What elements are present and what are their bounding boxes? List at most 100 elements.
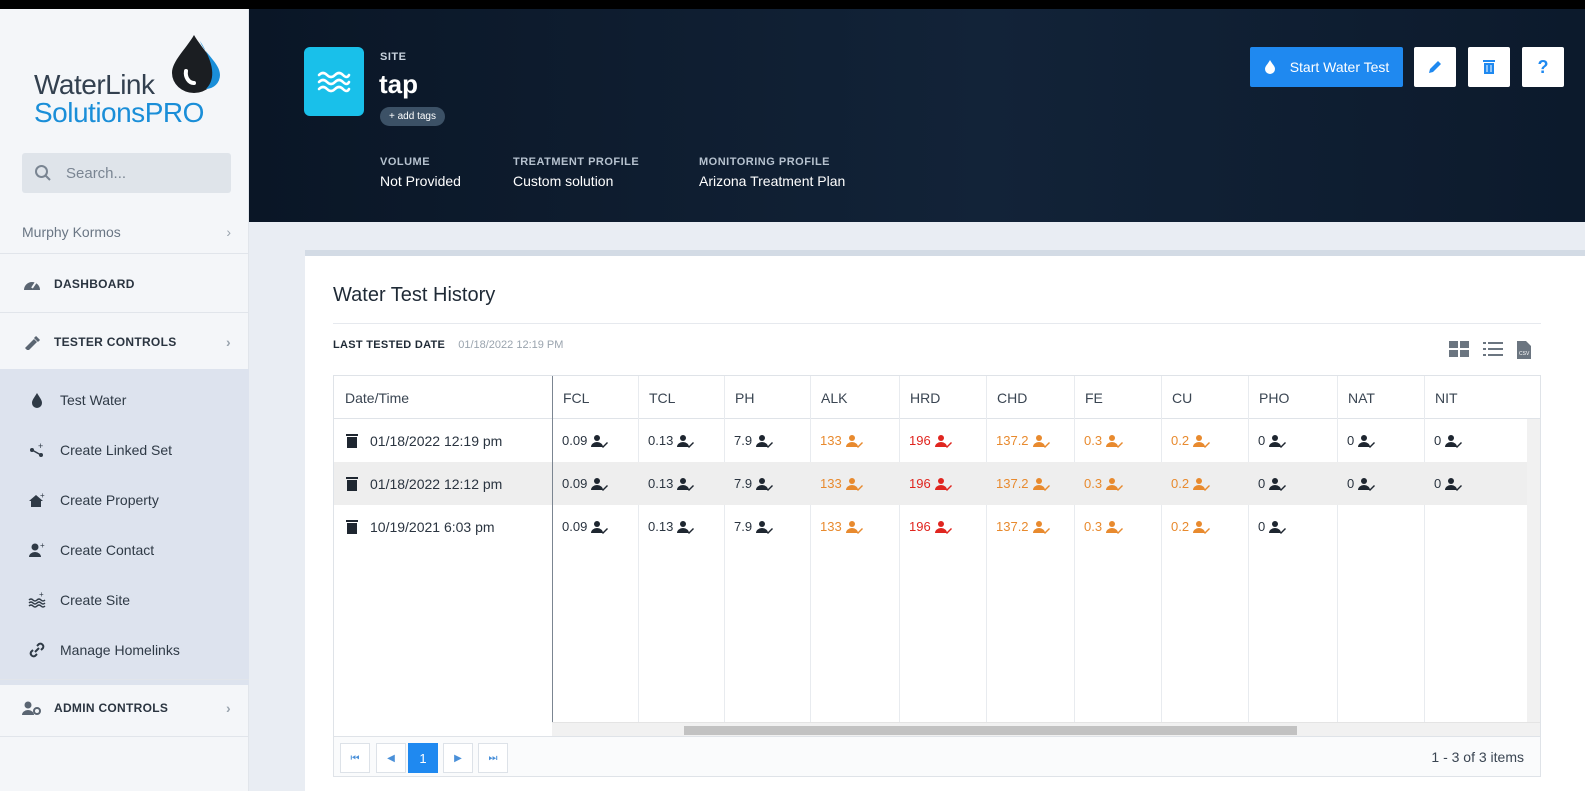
- user-edit-icon[interactable]: [1032, 520, 1051, 534]
- view-switcher: CSV: [1449, 341, 1531, 359]
- value-cell: 0.3: [1084, 505, 1124, 548]
- first-page-button[interactable]: ⏮: [340, 743, 370, 773]
- next-page-button[interactable]: ▶: [443, 743, 473, 773]
- value-text: 0.13: [648, 476, 674, 491]
- value-text: 0: [1434, 476, 1442, 491]
- svg-text:CSV: CSV: [1519, 351, 1530, 357]
- page-1-button[interactable]: 1: [408, 743, 438, 773]
- user-edit-icon[interactable]: [1032, 434, 1051, 448]
- user-edit-icon[interactable]: [1358, 477, 1376, 491]
- nav-create-site[interactable]: + Create Site: [0, 575, 249, 625]
- nav-manage-homelinks[interactable]: Manage Homelinks: [0, 625, 249, 675]
- grid-view-icon[interactable]: [1449, 341, 1469, 357]
- nav-create-property[interactable]: + Create Property: [0, 475, 249, 525]
- house-plus-icon: +: [29, 491, 45, 507]
- csv-export-icon[interactable]: CSV: [1517, 341, 1531, 359]
- horizontal-scrollbar[interactable]: [552, 722, 1540, 736]
- column-header[interactable]: PH: [735, 376, 754, 419]
- trash-icon[interactable]: [346, 476, 358, 491]
- prev-page-button[interactable]: ◀: [376, 743, 406, 773]
- help-button[interactable]: ?: [1522, 47, 1564, 87]
- user-edit-icon[interactable]: [845, 477, 864, 491]
- user-edit-icon[interactable]: [845, 434, 864, 448]
- user-edit-icon[interactable]: [1269, 477, 1287, 491]
- column-header[interactable]: CU: [1172, 376, 1192, 419]
- value-text: 133: [820, 476, 842, 491]
- column-header[interactable]: NAT: [1348, 376, 1375, 419]
- trash-icon[interactable]: [346, 519, 358, 534]
- column-header[interactable]: FE: [1085, 376, 1103, 419]
- column-header[interactable]: ALK: [821, 376, 847, 419]
- user-edit-icon[interactable]: [756, 520, 774, 534]
- chevron-right-icon: ›: [226, 333, 231, 350]
- user-edit-icon[interactable]: [934, 477, 953, 491]
- start-water-test-label: Start Water Test: [1289, 59, 1390, 75]
- table-row[interactable]: 10/19/2021 6:03 pm 0.09 0.13 7.9 133 196 137.2…: [334, 505, 1540, 548]
- trash-icon[interactable]: [346, 433, 358, 448]
- last-page-button[interactable]: ⏭: [478, 743, 508, 773]
- svg-text:+: +: [38, 441, 43, 451]
- value-text: 0.3: [1084, 519, 1103, 534]
- nav-create-linked-set-label: Create Linked Set: [60, 442, 173, 458]
- user-edit-icon[interactable]: [934, 434, 953, 448]
- user-edit-icon[interactable]: [591, 434, 609, 448]
- user-edit-icon[interactable]: [756, 477, 774, 491]
- edit-button[interactable]: [1414, 47, 1456, 87]
- column-header[interactable]: HRD: [910, 376, 940, 419]
- site-label: SITE: [380, 51, 407, 63]
- nav-create-contact[interactable]: + Create Contact: [0, 525, 249, 575]
- site-name: tap: [379, 69, 418, 99]
- top-strip: [0, 0, 1585, 9]
- user-edit-icon[interactable]: [1193, 477, 1211, 491]
- user-edit-icon[interactable]: [1445, 477, 1463, 491]
- user-edit-icon[interactable]: [1193, 434, 1211, 448]
- frozen-column-separator: [552, 376, 553, 722]
- table-row[interactable]: 01/18/2022 12:12 pm 0.09 0.13 7.9 133 196 137.…: [334, 462, 1540, 505]
- user-edit-icon[interactable]: [677, 477, 695, 491]
- water-test-history-card: Water Test History LAST TESTED DATE 01/1…: [305, 250, 1585, 791]
- user-edit-icon[interactable]: [591, 477, 609, 491]
- column-header[interactable]: CHD: [997, 376, 1027, 419]
- nav-tester-controls[interactable]: TESTER CONTROLS ›: [0, 313, 249, 371]
- vertical-scrollbar[interactable]: [1527, 419, 1540, 722]
- nav-create-linked-set[interactable]: + Create Linked Set: [0, 425, 249, 475]
- user-edit-icon[interactable]: [1445, 434, 1463, 448]
- user-edit-icon[interactable]: [677, 520, 695, 534]
- value-cell: 137.2: [996, 419, 1051, 462]
- user-edit-icon[interactable]: [1106, 434, 1124, 448]
- value-text: 0: [1434, 433, 1442, 448]
- value-text: 196: [909, 519, 931, 534]
- nav-admin-controls[interactable]: ADMIN CONTROLS ›: [0, 679, 249, 737]
- column-header[interactable]: NIT: [1435, 376, 1458, 419]
- nav-dashboard[interactable]: DASHBOARD: [0, 255, 249, 313]
- add-tags-button[interactable]: + add tags: [380, 107, 445, 126]
- user-edit-icon[interactable]: [1032, 477, 1051, 491]
- user-edit-icon[interactable]: [1106, 477, 1124, 491]
- list-view-icon[interactable]: [1483, 341, 1503, 357]
- user-menu[interactable]: Murphy Kormos ›: [0, 210, 249, 254]
- column-header[interactable]: Date/Time: [345, 376, 409, 419]
- column-header[interactable]: PHO: [1259, 376, 1289, 419]
- user-edit-icon[interactable]: [756, 434, 774, 448]
- user-edit-icon[interactable]: [934, 520, 953, 534]
- column-header[interactable]: TCL: [649, 376, 675, 419]
- user-edit-icon[interactable]: [1269, 434, 1287, 448]
- search-input[interactable]: Search...: [22, 153, 231, 193]
- user-edit-icon[interactable]: [1358, 434, 1376, 448]
- table-row[interactable]: 01/18/2022 12:19 pm 0.09 0.13 7.9 133 196 137.…: [334, 419, 1540, 462]
- user-edit-icon[interactable]: [677, 434, 695, 448]
- delete-button[interactable]: [1468, 47, 1510, 87]
- last-tested-label: LAST TESTED DATE: [333, 339, 446, 351]
- user-edit-icon[interactable]: [1193, 520, 1211, 534]
- brand-logo[interactable]: WaterLink SolutionsPRO: [28, 33, 228, 133]
- scrollbar-thumb[interactable]: [684, 726, 1297, 735]
- user-edit-icon[interactable]: [845, 520, 864, 534]
- user-edit-icon[interactable]: [1269, 520, 1287, 534]
- value-text: 7.9: [734, 433, 753, 448]
- user-edit-icon[interactable]: [1106, 520, 1124, 534]
- nav-dashboard-label: DASHBOARD: [54, 276, 135, 291]
- column-header[interactable]: FCL: [563, 376, 589, 419]
- user-edit-icon[interactable]: [591, 520, 609, 534]
- start-water-test-button[interactable]: Start Water Test: [1250, 47, 1403, 87]
- nav-test-water[interactable]: Test Water: [0, 375, 249, 425]
